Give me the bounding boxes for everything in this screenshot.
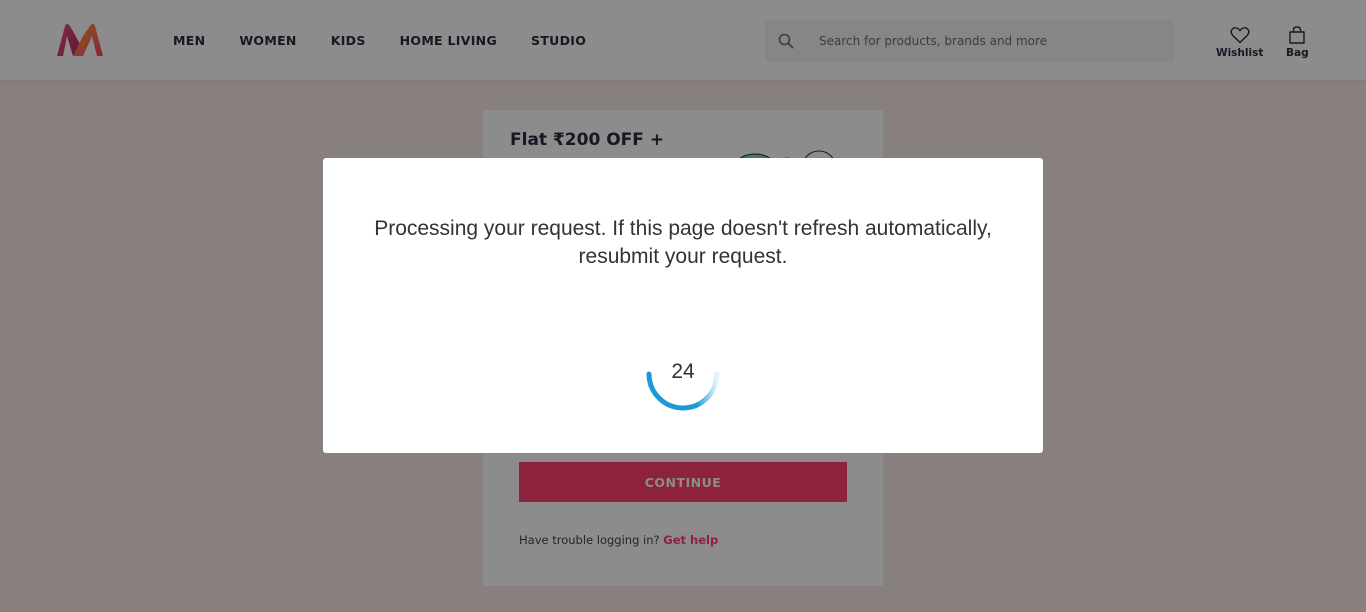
countdown-spinner: 24: [645, 336, 721, 412]
countdown-number: 24: [671, 360, 695, 383]
processing-dialog: Processing your request. If this page do…: [323, 158, 1043, 453]
processing-message: Processing your request. If this page do…: [374, 217, 992, 268]
